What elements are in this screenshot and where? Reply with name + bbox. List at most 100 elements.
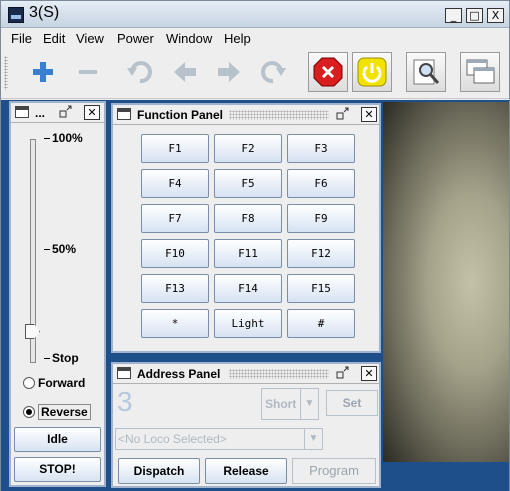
release-button[interactable]: Release: [205, 458, 287, 484]
reverse-option[interactable]: Reverse: [23, 404, 91, 420]
function-button-f1[interactable]: F1: [141, 134, 209, 163]
menu-window[interactable]: Window: [166, 31, 212, 46]
frame-icon: [117, 367, 131, 379]
function-button-f10[interactable]: F10: [141, 239, 209, 268]
tick-label-stop: Stop: [44, 351, 79, 365]
close-icon[interactable]: ✕: [361, 366, 377, 381]
program-button[interactable]: Program: [292, 458, 376, 484]
dispatch-button[interactable]: Dispatch: [118, 458, 200, 484]
function-button-f9[interactable]: F9: [287, 204, 355, 233]
roster-select[interactable]: <No Loco Selected> ▼: [115, 428, 323, 450]
throttle-panel-titlebar[interactable]: ... ✕: [11, 103, 104, 123]
toolbar-grip[interactable]: [4, 56, 8, 90]
undo-icon: [127, 61, 152, 84]
iconify-glyph: [336, 366, 349, 379]
redo-button[interactable]: [253, 52, 293, 92]
inspect-button[interactable]: [406, 52, 446, 92]
menu-file[interactable]: File: [11, 31, 32, 46]
roster-placeholder: <No Loco Selected>: [118, 432, 227, 446]
title-drag-texture: [229, 369, 329, 379]
function-button-f15[interactable]: F15: [287, 274, 355, 303]
close-icon[interactable]: ✕: [361, 107, 377, 122]
windows-icon: [466, 59, 495, 84]
power-button[interactable]: [352, 52, 392, 92]
iconify-icon[interactable]: [58, 105, 74, 120]
function-panel-titlebar[interactable]: Function Panel ✕: [113, 105, 379, 125]
redo-icon: [261, 61, 286, 84]
stop-icon: [313, 57, 343, 87]
function-button-f3[interactable]: F3: [287, 134, 355, 163]
minimize-button[interactable]: _: [445, 8, 462, 23]
back-icon: [174, 62, 196, 82]
function-button-f12[interactable]: F12: [287, 239, 355, 268]
title-drag-texture: [229, 110, 329, 120]
function-button-f2[interactable]: F2: [214, 134, 282, 163]
inspect-icon: [413, 59, 440, 85]
close-icon[interactable]: ✕: [84, 105, 100, 120]
function-button-f13[interactable]: F13: [141, 274, 209, 303]
function-button-f8[interactable]: F8: [214, 204, 282, 233]
toolbar: [1, 50, 509, 99]
remove-button[interactable]: [68, 52, 108, 92]
reverse-radio[interactable]: [23, 406, 35, 418]
desktop-pane: ... ✕ 100% 50% Stop Forward Reverse Idle…: [1, 100, 509, 491]
set-button[interactable]: Set: [326, 390, 378, 416]
emergency-stop-button[interactable]: [308, 52, 348, 92]
windows-button[interactable]: [460, 52, 500, 92]
desktop-background: [383, 462, 509, 491]
frame-icon: [15, 106, 29, 118]
undo-button[interactable]: [120, 52, 160, 92]
forward-label: Forward: [38, 376, 86, 390]
forward-option[interactable]: Forward: [23, 376, 85, 390]
function-button-light[interactable]: Light: [214, 309, 282, 338]
chevron-down-icon: ▼: [300, 389, 318, 419]
address-panel-titlebar[interactable]: Address Panel ✕: [113, 364, 379, 384]
maximize-button[interactable]: □: [466, 8, 483, 23]
menu-bar: File Edit View Power Window Help: [1, 28, 509, 50]
function-panel-title: Function Panel: [137, 108, 224, 122]
add-button[interactable]: [23, 52, 63, 92]
tick-label-100: 100%: [44, 131, 83, 145]
menu-help[interactable]: Help: [224, 31, 251, 46]
function-button-f6[interactable]: F6: [287, 169, 355, 198]
stop-button[interactable]: STOP!: [14, 457, 101, 482]
speed-slider-thumb[interactable]: [25, 324, 40, 339]
application-window: 3(S) _ □ X File Edit View Power Window H…: [0, 0, 510, 491]
menu-edit[interactable]: Edit: [43, 31, 65, 46]
add-icon: [33, 62, 53, 82]
function-button-f4[interactable]: F4: [141, 169, 209, 198]
function-button-hash[interactable]: #: [287, 309, 355, 338]
idle-button[interactable]: Idle: [14, 427, 101, 452]
menu-view[interactable]: View: [76, 31, 104, 46]
menu-power[interactable]: Power: [117, 31, 154, 46]
throttle-panel-title: ...: [35, 106, 46, 120]
iconify-glyph: [336, 107, 349, 120]
iconify-icon[interactable]: [335, 366, 351, 381]
tick-label-50: 50%: [44, 242, 76, 256]
iconify-glyph: [59, 105, 72, 118]
address-panel-title: Address Panel: [137, 367, 221, 381]
forward-button[interactable]: [209, 52, 249, 92]
window-title: 3(S): [29, 4, 60, 21]
power-icon: [357, 57, 387, 87]
throttle-panel: ... ✕ 100% 50% Stop Forward Reverse Idle…: [9, 101, 106, 487]
close-button[interactable]: X: [487, 8, 504, 23]
forward-icon: [218, 62, 240, 82]
address-type-select[interactable]: Short ▼: [261, 388, 319, 420]
back-button[interactable]: [165, 52, 205, 92]
chevron-down-icon: ▼: [304, 429, 322, 449]
reverse-label: Reverse: [38, 404, 91, 420]
function-button-f11[interactable]: F11: [214, 239, 282, 268]
address-type-value: Short: [265, 397, 297, 411]
iconify-icon[interactable]: [335, 107, 351, 122]
function-button-star[interactable]: *: [141, 309, 209, 338]
function-button-f5[interactable]: F5: [214, 169, 282, 198]
function-button-f14[interactable]: F14: [214, 274, 282, 303]
function-panel: Function Panel ✕ F1 F2 F3 F4 F5 F6 F7 F8…: [111, 103, 381, 353]
app-icon: [8, 7, 24, 23]
background-photo: [383, 102, 509, 462]
address-panel: Address Panel ✕ 3 Short ▼ Set <No Loco S…: [111, 362, 381, 488]
forward-radio[interactable]: [23, 377, 35, 389]
function-button-f7[interactable]: F7: [141, 204, 209, 233]
address-field[interactable]: 3: [117, 386, 133, 418]
